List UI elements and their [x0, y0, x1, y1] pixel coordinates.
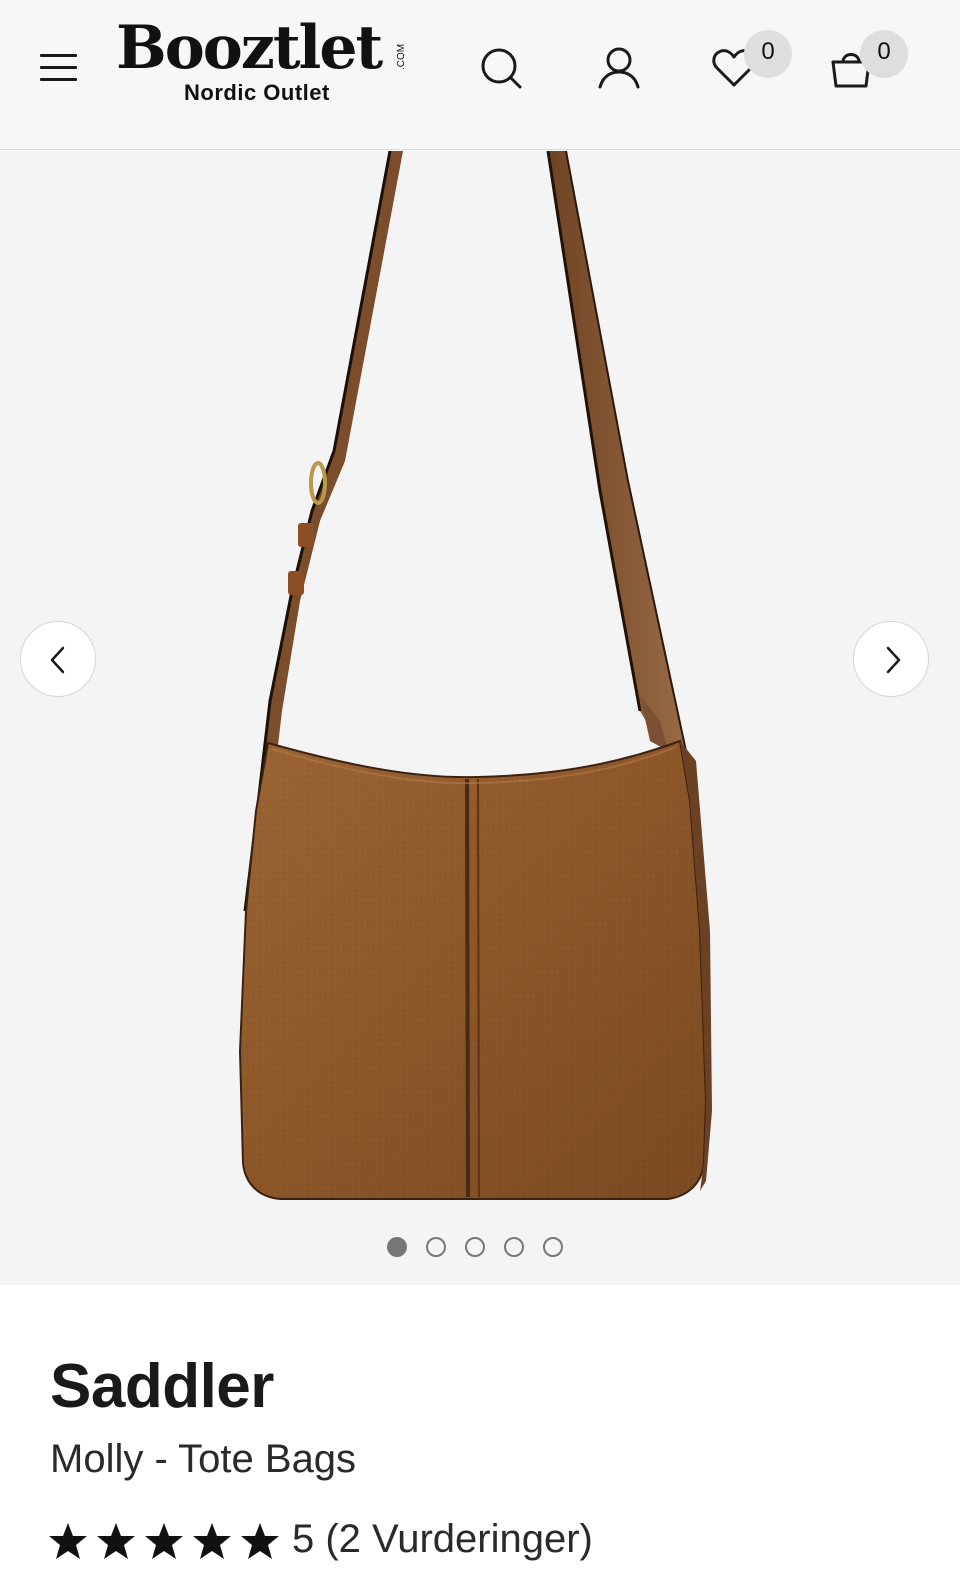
star-icon: [97, 1523, 135, 1559]
cart-count-badge: 0: [860, 30, 908, 78]
gallery-dot[interactable]: [387, 1237, 407, 1257]
wishlist-count-badge: 0: [744, 30, 792, 78]
gallery-dot[interactable]: [465, 1237, 485, 1257]
user-icon[interactable]: [591, 40, 647, 96]
logo-com: .COM: [396, 43, 407, 70]
logo-subtitle: Nordic Outlet: [184, 80, 330, 105]
product-image: [238, 151, 712, 1200]
hamburger-line: [40, 54, 77, 57]
product-image-gallery[interactable]: [0, 151, 960, 1285]
star-icon: [49, 1523, 87, 1559]
product-name: Molly - Tote Bags: [50, 1437, 357, 1481]
gallery-pagination-dots: [387, 1237, 587, 1259]
site-logo[interactable]: Booztlet .COM Nordic Outlet: [116, 14, 416, 114]
chevron-left-icon: [50, 646, 65, 674]
hamburger-menu-icon[interactable]: [38, 48, 80, 88]
star-icon: [241, 1523, 279, 1559]
site-header: Booztlet .COM Nordic Outlet 0 0: [0, 0, 960, 150]
product-info: Saddler Molly - Tote Bags 5 (2 Vurdering…: [0, 1285, 960, 1585]
hamburger-line: [40, 78, 77, 81]
star-icon: [145, 1523, 183, 1559]
product-rating[interactable]: 5 (2 Vurderinger): [48, 1517, 748, 1567]
gallery-dot[interactable]: [504, 1237, 524, 1257]
gallery-dot[interactable]: [543, 1237, 563, 1257]
gallery-dot[interactable]: [426, 1237, 446, 1257]
gallery-next-button[interactable]: [853, 621, 929, 697]
search-icon[interactable]: [474, 40, 530, 96]
rating-text: 5 (2 Vurderinger): [292, 1517, 593, 1561]
chevron-right-icon: [886, 646, 901, 674]
product-brand[interactable]: Saddler: [50, 1351, 274, 1422]
logo-wordmark: Booztlet: [116, 13, 383, 83]
star-icon: [193, 1523, 231, 1559]
hamburger-line: [40, 66, 77, 69]
gallery-prev-button[interactable]: [20, 621, 96, 697]
